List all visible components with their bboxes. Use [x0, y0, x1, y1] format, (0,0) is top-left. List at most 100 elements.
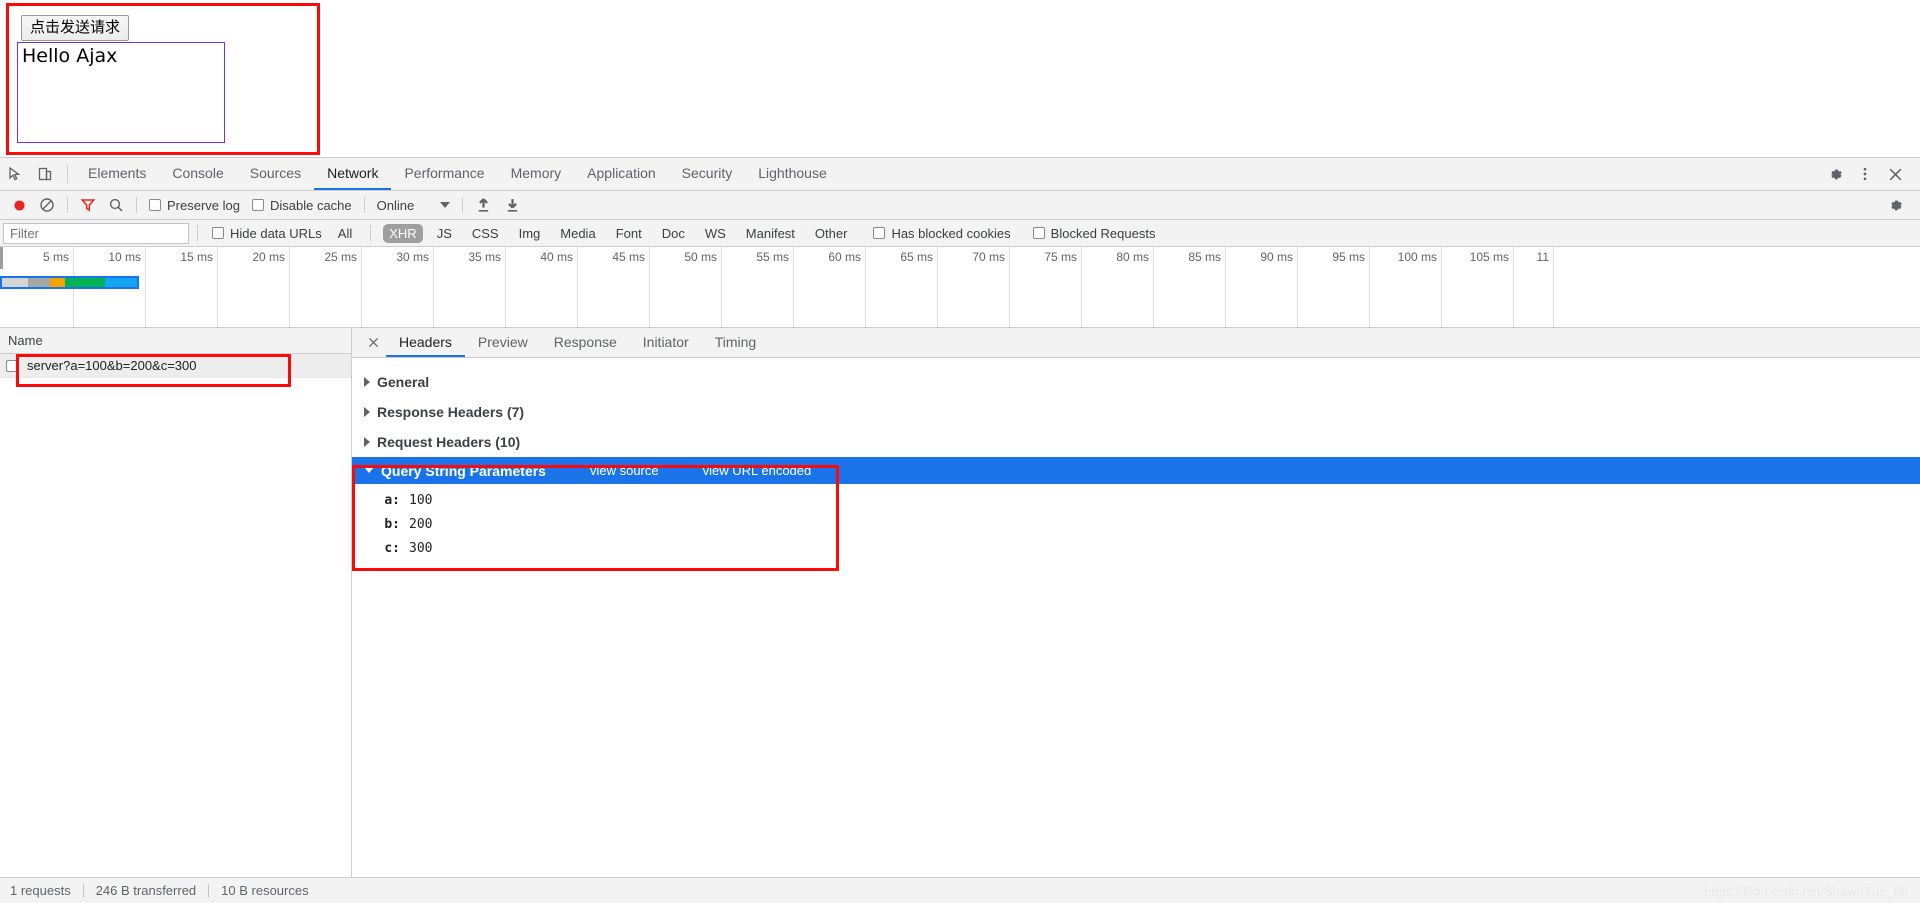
detail-tab-headers[interactable]: Headers: [386, 328, 465, 357]
import-har-button[interactable]: [469, 191, 498, 219]
detail-tab-response[interactable]: Response: [541, 328, 630, 357]
toolbar-divider-2: [136, 197, 137, 213]
filter-input[interactable]: [3, 222, 189, 244]
page-highlight-box: 点击发送请求 Hello Ajax: [6, 3, 320, 155]
view-source-link[interactable]: view source: [590, 463, 659, 478]
timeline-tick: 95 ms: [1298, 247, 1370, 327]
preserve-log-checkbox[interactable]: Preserve log: [143, 191, 246, 219]
blocked-requests-checkbox-box: [1032, 227, 1045, 239]
disable-cache-checkbox-box: [251, 199, 264, 211]
param-key: a:: [384, 492, 400, 508]
timeline-tick-label: 55 ms: [756, 250, 789, 264]
timeline-tick-label: 15 ms: [180, 250, 213, 264]
list-item: c: 300: [352, 536, 1920, 560]
status-divider-2: [208, 884, 210, 897]
type-filter-js[interactable]: JS: [431, 224, 458, 243]
record-button[interactable]: [6, 191, 33, 219]
send-request-button[interactable]: 点击发送请求: [21, 15, 130, 41]
section-query-string-parameters[interactable]: Query String Parameters view source view…: [352, 457, 1920, 484]
requests-column-header-name: Name: [8, 333, 43, 348]
timeline-tick-label: 75 ms: [1044, 250, 1077, 264]
type-filter-all[interactable]: All: [332, 224, 358, 243]
device-toolbar-icon[interactable]: [30, 158, 60, 190]
timeline-tick-label: 20 ms: [252, 250, 285, 264]
tab-memory[interactable]: Memory: [498, 158, 575, 190]
type-filter-font[interactable]: Font: [610, 224, 648, 243]
hide-data-urls-checkbox[interactable]: Hide data URLs: [206, 220, 328, 246]
close-icon[interactable]: [1880, 166, 1910, 183]
timeline-tick-label: 105 ms: [1469, 250, 1509, 264]
network-settings-gear-icon[interactable]: [1881, 197, 1910, 214]
timeline-tick: 40 ms: [506, 247, 578, 327]
view-url-encoded-link[interactable]: view URL encoded: [703, 463, 812, 478]
tab-sources[interactable]: Sources: [237, 158, 314, 190]
requests-column-header[interactable]: Name: [0, 328, 351, 354]
tab-security[interactable]: Security: [669, 158, 746, 190]
section-response-headers[interactable]: Response Headers (7): [352, 397, 1920, 427]
type-filter-doc[interactable]: Doc: [656, 224, 691, 243]
search-icon[interactable]: [102, 191, 130, 219]
detail-tab-timing[interactable]: Timing: [702, 328, 770, 357]
table-row[interactable]: server?a=100&b=200&c=300: [0, 354, 351, 378]
export-har-button[interactable]: [498, 191, 527, 219]
devtools-tabbar: Elements Console Sources Network Perform…: [0, 158, 1920, 191]
timing-segment-request-sent: [65, 278, 105, 287]
type-filter-css[interactable]: CSS: [466, 224, 505, 243]
timing-segment-waiting: [105, 278, 137, 287]
timing-segment-stalled: [28, 278, 50, 287]
toolbar-divider-3: [363, 197, 365, 213]
gear-icon[interactable]: [1820, 166, 1850, 183]
detail-tab-preview[interactable]: Preview: [465, 328, 541, 357]
hide-data-urls-label: Hide data URLs: [230, 225, 322, 241]
watermark: https://blog.csdn.net/ShawnYue_08: [1704, 884, 1908, 899]
timeline-tick: 90 ms: [1226, 247, 1298, 327]
preserve-log-label: Preserve log: [167, 197, 240, 213]
tab-performance[interactable]: Performance: [391, 158, 497, 190]
has-blocked-cookies-checkbox[interactable]: Has blocked cookies: [867, 220, 1016, 246]
section-general[interactable]: General: [352, 367, 1920, 397]
status-resources: 10 B resources: [221, 883, 309, 898]
query-string-param-list: a: 100 b: 200 c: 300: [352, 484, 1920, 566]
clear-button[interactable]: [33, 191, 61, 219]
timing-segment-dns-lookup: [50, 278, 65, 287]
timeline-tick-label: 100 ms: [1397, 250, 1437, 264]
network-overview-timeline[interactable]: 5 ms 10 ms 15 ms 20 ms 25 ms 30 ms 35 ms…: [0, 247, 1920, 328]
network-filterbar: Hide data URLs All XHR JS CSS Img Media …: [0, 220, 1920, 247]
tab-elements[interactable]: Elements: [75, 158, 159, 190]
type-filter-img[interactable]: Img: [513, 224, 547, 243]
timeline-tick-label: 50 ms: [684, 250, 717, 264]
throttling-select[interactable]: Online: [371, 191, 457, 219]
type-filter-ws[interactable]: WS: [699, 224, 732, 243]
tab-console[interactable]: Console: [159, 158, 236, 190]
tab-network[interactable]: Network: [314, 158, 392, 190]
disable-cache-checkbox[interactable]: Disable cache: [246, 191, 358, 219]
filter-toggle-button[interactable]: [74, 191, 102, 219]
type-filter-other[interactable]: Other: [809, 224, 854, 243]
detail-close-icon[interactable]: [360, 328, 386, 357]
section-general-label: General: [377, 374, 430, 390]
devtools-tab-list: Elements Console Sources Network Perform…: [75, 158, 840, 190]
section-request-headers[interactable]: Request Headers (10): [352, 427, 1920, 457]
timeline-left-marker: [0, 247, 3, 269]
devtools-panel: Elements Console Sources Network Perform…: [0, 157, 1920, 903]
blocked-requests-checkbox[interactable]: Blocked Requests: [1027, 220, 1162, 246]
request-row-checkbox[interactable]: [6, 359, 18, 372]
inspect-element-icon[interactable]: [0, 158, 30, 190]
disable-cache-label: Disable cache: [269, 197, 352, 213]
detail-tab-initiator[interactable]: Initiator: [630, 328, 702, 357]
type-filter-manifest[interactable]: Manifest: [740, 224, 801, 243]
chevron-right-icon: [364, 377, 370, 387]
timeline-tick: 25 ms: [290, 247, 362, 327]
timeline-tick-label: 70 ms: [972, 250, 1005, 264]
network-status-bar: 1 requests 246 B transferred 10 B resour…: [0, 877, 1920, 903]
timeline-tick: 100 ms: [1370, 247, 1442, 327]
timeline-tick: 85 ms: [1154, 247, 1226, 327]
tab-lighthouse[interactable]: Lighthouse: [745, 158, 840, 190]
more-options-icon[interactable]: [1850, 166, 1880, 182]
type-filter-media[interactable]: Media: [554, 224, 601, 243]
filterbar-divider-1: [197, 225, 198, 241]
preserve-log-checkbox-box: [149, 199, 161, 211]
tab-application[interactable]: Application: [574, 158, 669, 190]
throttling-value: Online: [376, 197, 415, 213]
type-filter-xhr[interactable]: XHR: [383, 223, 423, 243]
